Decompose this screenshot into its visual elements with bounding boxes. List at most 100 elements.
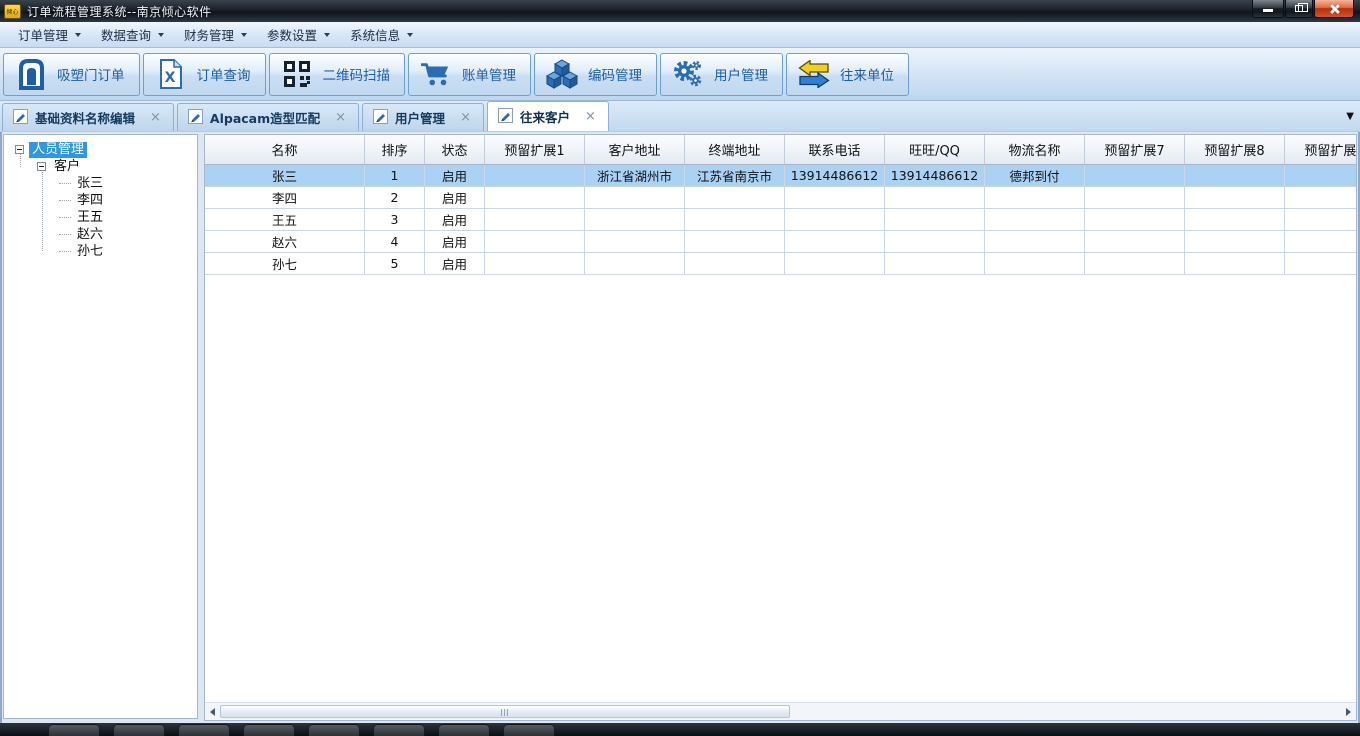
taskbar-button[interactable] [243,724,295,736]
tree-collapse-icon[interactable] [15,145,24,154]
cell-终端地址 [685,253,785,274]
column-header-客户地址[interactable]: 客户地址 [585,135,685,164]
cell-联系电话 [785,231,885,252]
tree-node-张三[interactable]: 张三 [4,175,197,192]
toolbar-button-label: 账单管理 [462,64,516,84]
cell-预留扩展1 [485,231,585,252]
tab-4[interactable]: 往来客户× [487,101,609,131]
menu-item-label: 财务管理 [184,25,234,44]
toolbar-button-label: 编码管理 [588,64,642,84]
horizontal-scrollbar[interactable] [205,702,1356,720]
cell-状态: 启用 [425,209,485,230]
taskbar-button[interactable] [178,724,230,736]
taskbar-button[interactable] [373,724,425,736]
cell-预留扩展1 [485,209,585,230]
cell-预留扩展9 [1285,253,1357,274]
tree-guide-line [42,167,43,251]
column-header-预留扩展8[interactable]: 预留扩展8 [1185,135,1285,164]
taskbar-button[interactable] [503,724,555,736]
menu-item-1[interactable]: 订单管理 [8,22,91,47]
cell-排序: 4 [365,231,425,252]
toolbar-button-gears[interactable]: 用户管理 [660,53,783,96]
toolbar-button-swap-arrows[interactable]: 往来单位 [786,53,909,96]
cell-预留扩展9 [1285,165,1357,186]
taskbar-button[interactable] [48,724,100,736]
window-controls [1251,0,1354,18]
menu-item-label: 系统信息 [350,25,400,44]
tree-collapse-icon[interactable] [37,162,46,171]
restore-button[interactable] [1285,0,1313,18]
menu-item-3[interactable]: 财务管理 [174,22,257,47]
column-header-联系电话[interactable]: 联系电话 [785,135,885,164]
cell-终端地址 [685,187,785,208]
toolbar-button-excel-document[interactable]: X订单查询 [143,53,266,96]
table-row[interactable]: 李四2启用 [205,187,1357,209]
table-row[interactable]: 赵六4启用 [205,231,1357,253]
cell-状态: 启用 [425,165,485,186]
taskbar-button[interactable] [113,724,165,736]
column-header-旺旺/QQ[interactable]: 旺旺/QQ [885,135,985,164]
cell-预留扩展8 [1185,187,1285,208]
menu-item-5[interactable]: 系统信息 [340,22,423,47]
pencil-icon [188,109,203,127]
table-row[interactable]: 张三1启用浙江省湖州市江苏省南京市1391448661213914486612德… [205,165,1357,187]
table-row[interactable]: 孙七5启用 [205,253,1357,275]
tree-node-label: 王五 [74,210,106,226]
cell-预留扩展7 [1085,231,1185,252]
column-header-名称[interactable]: 名称 [205,135,365,164]
tree-branch-line [59,234,71,235]
cell-联系电话 [785,187,885,208]
tree-node-孙七[interactable]: 孙七 [4,243,197,260]
grid-body: 张三1启用浙江省湖州市江苏省南京市1391448661213914486612德… [205,165,1357,275]
tab-label: 基础资料名称编辑 [35,108,135,127]
tab-3[interactable]: 用户管理× [362,103,484,131]
tab-2[interactable]: Alpacam造型匹配× [177,103,359,131]
scroll-right-button[interactable] [1341,703,1356,720]
tree-node-label: 赵六 [74,227,106,243]
tab-close-icon[interactable]: × [458,110,473,125]
tab-close-icon[interactable]: × [583,109,598,124]
tree-node-赵六[interactable]: 赵六 [4,226,197,243]
tab-1[interactable]: 基础资料名称编辑 × [2,103,174,131]
column-header-物流名称[interactable]: 物流名称 [985,135,1085,164]
minimize-icon [1263,9,1273,12]
cell-客户地址 [585,187,685,208]
taskbar-button[interactable] [438,724,490,736]
cell-物流名称 [985,231,1085,252]
column-header-终端地址[interactable]: 终端地址 [685,135,785,164]
column-header-预留扩展7[interactable]: 预留扩展7 [1085,135,1185,164]
menu-item-4[interactable]: 参数设置 [257,22,340,47]
tree-node-人员管理[interactable]: 人员管理 [4,141,197,158]
cell-名称: 张三 [205,165,365,186]
menu-item-2[interactable]: 数据查询 [91,22,174,47]
close-button[interactable] [1314,0,1354,18]
cell-终端地址: 江苏省南京市 [685,165,785,186]
tree-branch-line [59,183,71,184]
minimize-button[interactable] [1252,0,1284,18]
table-row[interactable]: 王五3启用 [205,209,1357,231]
restore-icon [1295,5,1303,12]
tree-branch-line [59,251,71,252]
cell-名称: 李四 [205,187,365,208]
column-header-预留扩展9[interactable]: 预留扩展9 [1285,135,1357,164]
toolbar-button-cart[interactable]: 账单管理 [408,53,531,96]
windows-taskbar[interactable] [0,723,1360,736]
toolbar-button-qr-code[interactable]: 二维码扫描 [269,53,406,96]
column-header-预留扩展1[interactable]: 预留扩展1 [485,135,585,164]
scroll-left-button[interactable] [205,703,220,720]
tab-close-icon[interactable]: × [333,110,348,125]
column-header-状态[interactable]: 状态 [425,135,485,164]
toolbar-button-cubes[interactable]: 编码管理 [534,53,657,96]
taskbar-button[interactable] [308,724,360,736]
scrollbar-thumb[interactable] [220,705,790,718]
tree-node-label: 张三 [74,176,106,192]
column-header-排序[interactable]: 排序 [365,135,425,164]
tree-node-客户[interactable]: 客户 [4,158,197,175]
tab-close-icon[interactable]: × [148,110,163,125]
toolbar-button-door[interactable]: 吸塑门订单 [3,53,140,96]
tree-node-王五[interactable]: 王五 [4,209,197,226]
tab-overflow-icon[interactable]: ▼ [1346,112,1354,122]
tree-node-李四[interactable]: 李四 [4,192,197,209]
content-area: 人员管理客户张三李四王五赵六孙七 名称排序状态预留扩展1客户地址终端地址联系电话… [0,132,1360,723]
title-bar[interactable]: 倾心 订单流程管理系统--南京倾心软件 [0,0,1360,22]
